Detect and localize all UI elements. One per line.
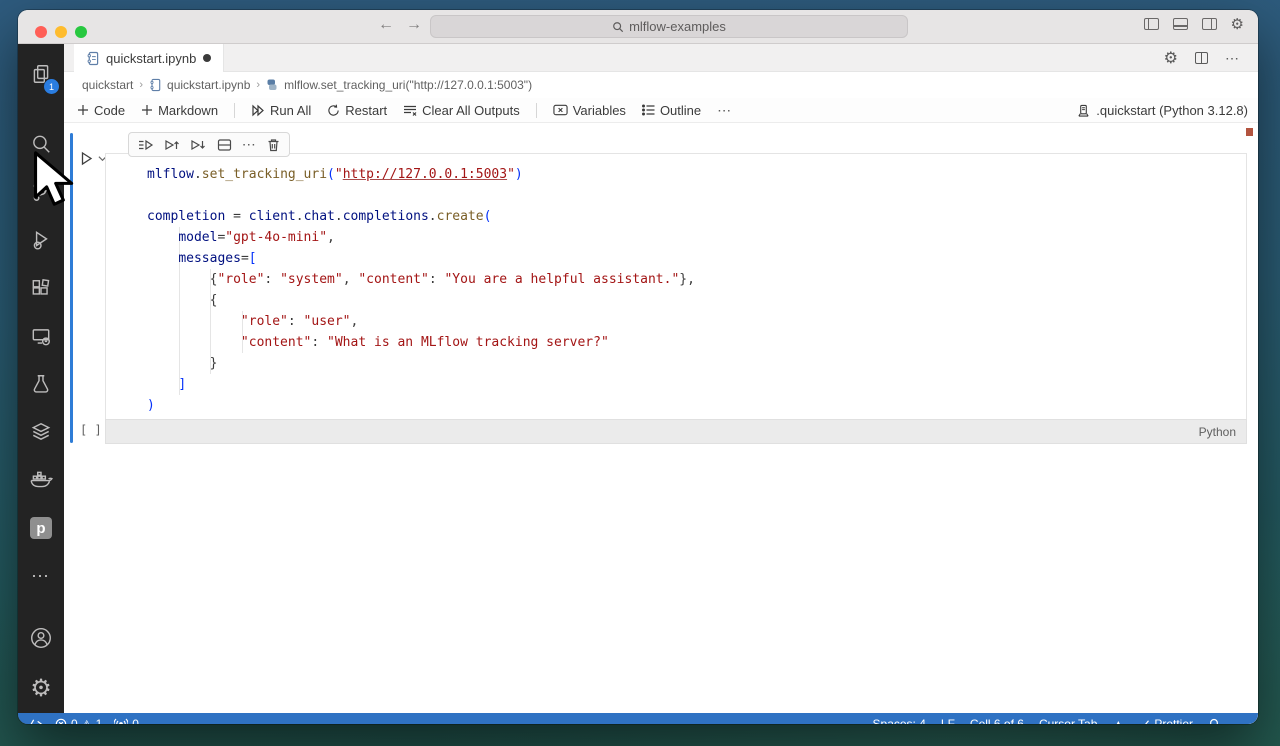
p-extension-icon[interactable]: p [18, 510, 64, 546]
stack-icon[interactable] [18, 414, 64, 450]
cell-editor[interactable]: mlflow.set_tracking_uri("http://127.0.0.… [105, 153, 1247, 419]
execute-below-icon[interactable] [190, 138, 206, 152]
account-icon[interactable] [18, 620, 64, 656]
titlebar: ← → mlflow-examples ⚙ [18, 10, 1258, 44]
mouse-cursor [34, 151, 74, 206]
toolbar-more-button[interactable]: ⋯ [717, 102, 732, 119]
cell-status-bar: Python [105, 419, 1247, 444]
triangle-up-icon[interactable]: ▲ [1112, 717, 1124, 724]
kernel-icon [1078, 104, 1089, 117]
plus-icon [78, 105, 88, 115]
testing-flask-icon[interactable] [18, 366, 64, 402]
add-markdown-cell-button[interactable]: Markdown [141, 103, 218, 118]
settings-gear-icon[interactable]: ⚙ [18, 670, 64, 706]
settings-gear-icon[interactable]: ⚙ [1231, 17, 1244, 32]
code-content[interactable]: mlflow.set_tracking_uri("http://127.0.0.… [147, 164, 1234, 416]
status-bar: 0 ⚠ 1 0 Spaces: 4 LF Cell 6 of 6 Cursor … [18, 713, 1258, 724]
remote-indicator-icon [30, 718, 43, 724]
run-all-button[interactable]: Run All [251, 103, 311, 118]
breadcrumb-symbol[interactable]: mlflow.set_tracking_uri("http://127.0.0.… [284, 78, 532, 92]
tab-label: quickstart.ipynb [106, 50, 197, 66]
minimize-window-button[interactable] [55, 26, 67, 38]
eol-status[interactable]: LF [941, 717, 955, 724]
clear-outputs-icon [404, 105, 417, 116]
separator [234, 102, 236, 118]
cursor-tab-status[interactable]: Cursor Tab [1039, 717, 1097, 724]
breadcrumb-folder[interactable]: quickstart [82, 78, 133, 92]
problems-status[interactable]: 0 ⚠ 1 [55, 717, 102, 724]
outline-icon [641, 104, 655, 116]
docker-whale-icon[interactable] [18, 462, 64, 498]
cell-more-actions-icon[interactable]: ⋯ [242, 136, 257, 153]
restart-icon [328, 104, 339, 116]
kernel-label: .quickstart (Python 3.12.8) [1096, 103, 1248, 118]
delete-cell-icon[interactable] [267, 138, 280, 152]
editor-group: quickstart.ipynb ⚙ ⋯ quickstart › quicks… [64, 44, 1258, 724]
chevron-right-icon: › [256, 79, 261, 91]
execution-count: [ ] [80, 423, 102, 437]
extensions-icon[interactable] [18, 271, 64, 307]
command-center-search[interactable]: mlflow-examples [430, 15, 908, 38]
cell-position-status[interactable]: Cell 6 of 6 [970, 717, 1024, 724]
zoom-window-button[interactable] [75, 26, 87, 38]
remote-indicator[interactable] [30, 718, 43, 724]
play-icon [81, 151, 93, 166]
activity-bar: 1 p ⋯ ⚙ [18, 44, 64, 724]
run-cell-button[interactable] [79, 151, 107, 166]
notifications-bell-icon[interactable] [1208, 718, 1220, 724]
notebook-icon [87, 51, 99, 65]
explorer-badge: 1 [44, 79, 59, 94]
variables-button[interactable]: Variables [553, 103, 626, 118]
files-icon[interactable]: 1 [18, 56, 64, 94]
toggle-left-sidebar-icon[interactable] [1143, 18, 1159, 30]
split-cell-icon[interactable] [217, 138, 232, 152]
clear-all-outputs-button[interactable]: Clear All Outputs [403, 103, 520, 118]
back-arrow-icon[interactable]: ← [378, 16, 394, 34]
chevron-right-icon: › [139, 79, 144, 91]
search-icon [613, 21, 624, 32]
indentation-status[interactable]: Spaces: 4 [873, 717, 926, 724]
tab-quickstart-ipynb[interactable]: quickstart.ipynb [74, 44, 225, 72]
notebook-icon [150, 78, 161, 92]
run-all-icon [252, 104, 264, 116]
ports-icon [114, 718, 129, 724]
remote-explorer-icon[interactable] [18, 319, 64, 355]
restart-button[interactable]: Restart [327, 103, 387, 118]
notebook-toolbar: Code Markdown Run All Restart Clear All … [64, 98, 1258, 123]
plus-icon [142, 105, 153, 115]
toggle-right-sidebar-icon[interactable] [1201, 18, 1217, 30]
outline-button[interactable]: Outline [641, 103, 701, 118]
unsaved-dot-icon[interactable] [203, 54, 212, 62]
kernel-picker[interactable]: .quickstart (Python 3.12.8) [1077, 98, 1248, 123]
split-editor-icon[interactable] [1195, 52, 1208, 64]
search-text: mlflow-examples [629, 19, 726, 34]
cell-toolbar: ⋯ [128, 132, 290, 157]
overview-ruler-marker [1246, 128, 1253, 136]
tab-bar: quickstart.ipynb ⚙ ⋯ [64, 44, 1258, 72]
breadcrumb: quickstart › quickstart.ipynb › mlflow.s… [64, 72, 1258, 98]
python-icon [267, 79, 277, 90]
manage-gear-icon[interactable]: ⚙ [1164, 50, 1178, 66]
run-by-line-icon[interactable] [138, 138, 154, 152]
errors-icon [55, 718, 67, 724]
breadcrumb-file[interactable]: quickstart.ipynb [167, 78, 250, 92]
forward-arrow-icon[interactable]: → [406, 16, 422, 34]
toggle-panel-icon[interactable] [1172, 18, 1188, 30]
ports-status[interactable]: 0 [114, 717, 139, 724]
notebook-editor: ⋯ mlflow.set_tracking_uri("http://127.0.… [64, 123, 1258, 724]
separator [535, 102, 537, 118]
desktop-wallpaper: ← → mlflow-examples ⚙ 1 p ⋯ ⚙ quickstart… [0, 0, 1280, 746]
close-window-button[interactable] [35, 26, 47, 38]
cell-language-picker[interactable]: Python [1199, 425, 1236, 439]
more-ellipsis-icon[interactable]: ⋯ [18, 558, 64, 594]
execute-above-icon[interactable] [164, 138, 180, 152]
run-and-debug-icon[interactable] [18, 222, 64, 258]
warnings-icon: ⚠ [81, 717, 92, 725]
prettier-check-icon [1145, 720, 1150, 724]
vscode-window: ← → mlflow-examples ⚙ 1 p ⋯ ⚙ quickstart… [18, 10, 1258, 724]
add-code-cell-button[interactable]: Code [77, 103, 125, 118]
variables-icon [553, 104, 568, 116]
prettier-status[interactable]: Prettier [1139, 717, 1193, 724]
more-actions-icon[interactable]: ⋯ [1225, 50, 1240, 67]
